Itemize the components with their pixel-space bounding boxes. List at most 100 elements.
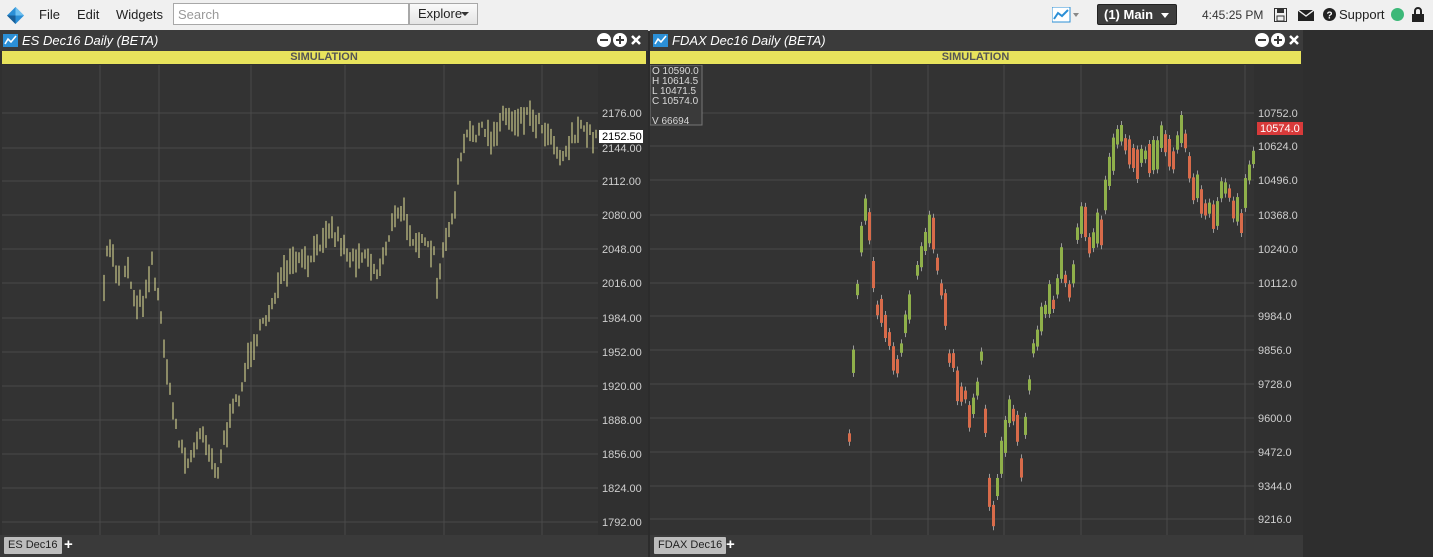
lock-icon[interactable] [1412, 7, 1424, 22]
workspace-select[interactable]: (1) Main [1097, 4, 1177, 25]
menu-file[interactable]: File [39, 0, 60, 30]
candle-body [856, 283, 859, 296]
candle-body [928, 214, 931, 244]
explore-button[interactable]: Explore [409, 3, 478, 25]
candle-body [860, 225, 863, 253]
fdax-chart-canvas[interactable]: 10752.0 10624.0 10496.0 10368.0 10240.0 10112… [650, 65, 1303, 545]
candle-body [992, 504, 995, 527]
maximize-icon[interactable] [1271, 33, 1285, 47]
y-tick-label: 1984.00 [602, 313, 642, 325]
last-price-label: 2152.50 [602, 131, 642, 143]
top-toolbar: File Edit Widgets Explore (1) Main 4:45:… [0, 0, 1433, 31]
candle-body [1012, 408, 1015, 422]
y-tick-label: 2176.00 [602, 108, 642, 120]
add-tab-button[interactable]: + [64, 536, 73, 554]
explore-label: Explore [418, 6, 463, 21]
minimize-icon[interactable] [1255, 33, 1269, 47]
candle-body [1180, 115, 1183, 144]
simulation-banner: SIMULATION [2, 51, 646, 64]
maximize-icon[interactable] [613, 33, 627, 47]
candle-body [868, 212, 871, 241]
candle-body [1192, 177, 1195, 201]
chevron-down-icon [1161, 13, 1169, 18]
candle-body [1124, 138, 1127, 151]
candle-body [876, 304, 879, 316]
candle-body [1044, 304, 1047, 315]
support-link[interactable]: Support [1339, 0, 1385, 30]
clock-time: 4:45:25 PM [1202, 8, 1264, 22]
candle-body [940, 283, 943, 296]
y-tick-label: 10112.0 [1258, 278, 1297, 290]
mail-icon[interactable] [1298, 10, 1314, 21]
minimize-icon[interactable] [597, 33, 611, 47]
y-tick-label: 9472.0 [1258, 447, 1292, 459]
candle-body [1232, 200, 1235, 219]
y-tick-label: 10368.0 [1258, 210, 1298, 222]
y-tick-label: 9344.0 [1258, 481, 1292, 493]
candle-body [900, 343, 903, 353]
candle-body [1140, 148, 1143, 163]
workspace-label: (1) Main [1104, 7, 1154, 22]
candle-body [1028, 379, 1031, 391]
es-chart-canvas[interactable]: 2176.00 2144.00 2112.00 2080.00 2048.00 2016.… [2, 65, 646, 545]
candle-body [1160, 125, 1163, 148]
ohlc-v: V 66694 [652, 116, 690, 127]
candle-body [1176, 135, 1179, 150]
menu-widgets[interactable]: Widgets [116, 0, 163, 30]
candle-body [1236, 197, 1239, 222]
close-icon[interactable] [1287, 33, 1301, 47]
y-tick-label: 10240.0 [1258, 244, 1298, 256]
menu-edit[interactable]: Edit [77, 0, 99, 30]
ohlc-c: C 10574.0 [652, 96, 699, 107]
plot-area [2, 65, 598, 543]
chart-icon [653, 34, 668, 47]
candle-body [1128, 139, 1131, 165]
add-chart-icon[interactable] [1052, 7, 1082, 23]
candle-body [924, 231, 927, 251]
candle-body [1212, 204, 1215, 229]
candle-body [1132, 147, 1135, 169]
candle-body [1084, 206, 1087, 238]
candle-body [1148, 143, 1151, 174]
candle-body [944, 293, 947, 326]
y-tick-label: 1792.00 [602, 517, 642, 529]
candle-body [1204, 203, 1207, 216]
add-tab-button[interactable]: + [726, 536, 735, 554]
candle-body [1216, 201, 1219, 226]
panel-header: FDAX Dec16 Daily (BETA) [650, 30, 1303, 51]
candle-body [1064, 274, 1067, 284]
candle-body [1200, 189, 1203, 214]
candle-body [1112, 137, 1115, 171]
candle-body [1052, 299, 1055, 309]
y-tick-label: 9600.0 [1258, 413, 1292, 425]
chart-icon [3, 34, 18, 47]
app-logo-icon[interactable] [6, 6, 25, 25]
candle-body [1244, 178, 1247, 208]
candle-body [1220, 181, 1223, 199]
save-icon[interactable] [1274, 8, 1287, 22]
candle-body [1224, 182, 1227, 194]
y-tick-label: 9984.0 [1258, 311, 1292, 323]
instrument-tab-es[interactable]: ES Dec16 [4, 537, 62, 554]
candle-body [1100, 219, 1103, 246]
y-tick-label: 1920.00 [602, 381, 642, 393]
candle-body [1152, 139, 1155, 171]
candle-body [960, 386, 963, 402]
empty-workspace-area [1303, 30, 1433, 557]
y-tick-label: 10624.0 [1258, 141, 1298, 153]
search-input[interactable] [173, 3, 409, 25]
y-axis-area [1254, 65, 1303, 543]
help-icon[interactable]: ? [1323, 8, 1336, 21]
y-tick-label: 1888.00 [602, 415, 642, 427]
candle-body [1136, 149, 1139, 180]
y-tick-label: 9728.0 [1258, 379, 1292, 391]
y-tick-label: 1952.00 [602, 347, 642, 359]
candle-body [984, 408, 987, 434]
instrument-tab-fdax[interactable]: FDAX Dec16 [654, 537, 727, 554]
candle-body [968, 405, 971, 428]
panel-footer: FDAX Dec16 + [650, 535, 1303, 557]
close-icon[interactable] [629, 33, 643, 47]
candle-body [884, 314, 887, 339]
candle-body [932, 217, 935, 250]
candle-body [1208, 202, 1211, 214]
